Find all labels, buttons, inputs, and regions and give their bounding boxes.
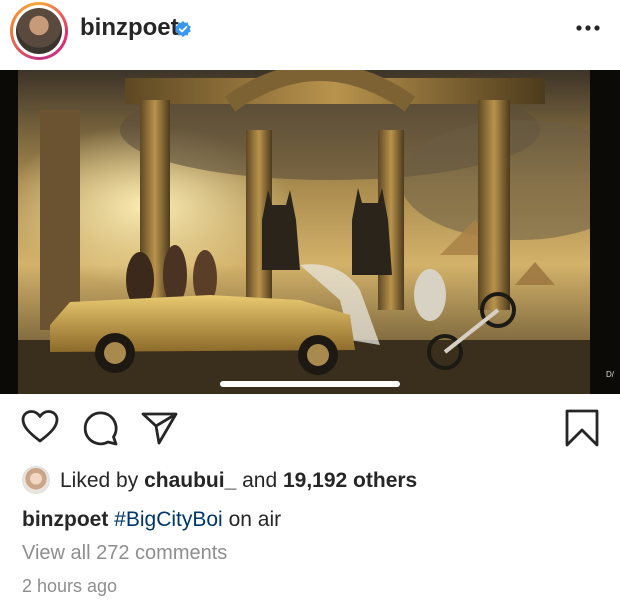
caption-text: on air (228, 508, 282, 531)
liker-username[interactable]: chaubui_ (144, 469, 236, 492)
video-frame-image (0, 70, 620, 394)
post-timestamp: 2 hours ago (22, 576, 118, 596)
caption-username[interactable]: binzpoet (22, 508, 108, 531)
post-video[interactable] (0, 70, 620, 394)
bookmark-icon[interactable] (562, 408, 602, 448)
caption: binzpoet #BigCityBoi on air (22, 508, 281, 532)
verified-badge-icon (175, 20, 191, 38)
story-ring[interactable] (10, 2, 68, 60)
likes-count[interactable]: 19,192 others (283, 469, 417, 492)
action-bar (0, 408, 620, 452)
video-watermark-text: D/ (606, 370, 614, 379)
heart-icon[interactable] (20, 408, 60, 448)
liker-avatar[interactable] (22, 466, 50, 494)
avatar[interactable] (16, 8, 62, 54)
likes-summary: Liked by chaubui_ and 19,192 others (60, 469, 417, 493)
post-header: binzpoet (0, 0, 620, 60)
video-progress-bar[interactable] (220, 381, 400, 387)
post-username[interactable]: binzpoet (80, 14, 179, 42)
more-options-icon[interactable] (574, 18, 602, 38)
view-all-comments-link[interactable]: View all 272 comments (22, 542, 227, 565)
caption-hashtag[interactable]: #BigCityBoi (114, 508, 223, 531)
likes-prefix: Liked by (60, 469, 139, 492)
likes-middle: and (242, 469, 278, 492)
comment-bubble-icon[interactable] (80, 408, 120, 448)
paper-plane-icon[interactable] (140, 408, 180, 448)
